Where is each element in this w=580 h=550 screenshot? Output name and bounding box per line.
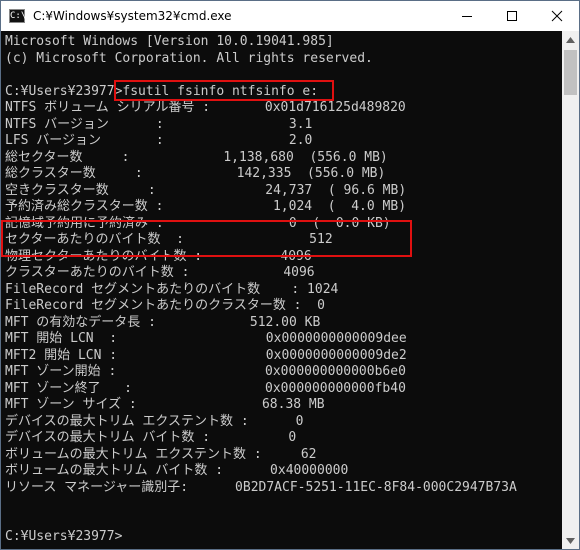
console-line: MFT の有効なデータ長 : 512.00 KB — [5, 314, 321, 330]
console-line: LFS バージョン : 2.0 — [5, 133, 313, 148]
console-line: MFT 開始 LCN : 0x0000000000009dee — [5, 331, 407, 346]
console-line: NTFS バージョン : 3.1 — [5, 116, 313, 132]
maximize-icon — [506, 11, 517, 21]
maximize-button[interactable] — [489, 1, 534, 31]
title-bar[interactable]: C:\ C:¥Windows¥system32¥cmd.exe — [1, 1, 579, 31]
console-line: リソース マネージャー識別子: 0B2D7ACF-5251-11EC-8F84-… — [5, 479, 517, 495]
command-highlight-box — [114, 80, 334, 101]
cmd-app-icon[interactable]: C:\ — [9, 9, 26, 23]
console-output[interactable]: Microsoft Windows [Version 10.0.19041.98… — [1, 31, 562, 549]
console-line: NTFS ボリューム シリアル番号 : 0x01d716125d489820 — [5, 100, 406, 115]
chevron-up-icon — [566, 36, 575, 43]
console-line: クラスターあたりのバイト数 : 4096 — [5, 265, 315, 280]
window-controls — [444, 1, 579, 31]
console-line: MFT ゾーン サイズ : 68.38 MB — [5, 397, 325, 412]
chevron-down-icon — [566, 537, 575, 544]
console-line: FileRecord セグメントあたりのクラスター数 : 0 — [5, 298, 325, 313]
console-line: Microsoft Windows [Version 10.0.19041.98… — [5, 34, 334, 49]
console-line: ボリュームの最大トリム エクステント数 : 62 — [5, 446, 317, 462]
window-title: C:¥Windows¥system32¥cmd.exe — [33, 9, 232, 23]
scroll-down-button[interactable] — [562, 532, 579, 549]
console-line: FileRecord セグメントあたりのバイト数 : 1024 — [5, 281, 339, 297]
console-line: 総セクター数 : 1,138,680 (556.0 MB) — [5, 149, 388, 165]
close-button[interactable] — [534, 1, 579, 31]
console-line: C:¥Users¥23977> — [5, 529, 123, 544]
console-line: 総クラスター数 : 142,335 (556.0 MB) — [5, 166, 386, 181]
console-line: 予約済み総クラスター数 : 1,024 ( 4.0 MB) — [5, 199, 407, 214]
console-line: 空きクラスター数 : 24,737 ( 96.6 MB) — [5, 182, 407, 198]
minimize-icon — [461, 16, 472, 17]
cmd-window: C:\ C:¥Windows¥system32¥cmd.exe Microsof… — [0, 0, 580, 550]
console-line: デバイスの最大トリム エクステント数 : 0 — [5, 413, 304, 429]
minimize-button[interactable] — [444, 1, 489, 31]
sector-bytes-highlight-box — [1, 220, 412, 257]
console-line: MFT ゾーン終了 : 0x000000000000fb40 — [5, 380, 406, 396]
scroll-up-button[interactable] — [562, 31, 579, 48]
console-line: ボリュームの最大トリム バイト数 : 0x40000000 — [5, 463, 349, 478]
scroll-thumb[interactable] — [564, 50, 577, 95]
console-line: MFT2 開始 LCN : 0x0000000000009de2 — [5, 347, 407, 363]
vertical-scrollbar[interactable] — [562, 31, 579, 549]
close-icon — [551, 10, 562, 22]
console-line: (c) Microsoft Corporation. All rights re… — [5, 50, 373, 66]
console-line: デバイスの最大トリム バイト数 : 0 — [5, 430, 297, 445]
console-line: MFT ゾーン開始 : 0x000000000000b6e0 — [5, 364, 406, 379]
